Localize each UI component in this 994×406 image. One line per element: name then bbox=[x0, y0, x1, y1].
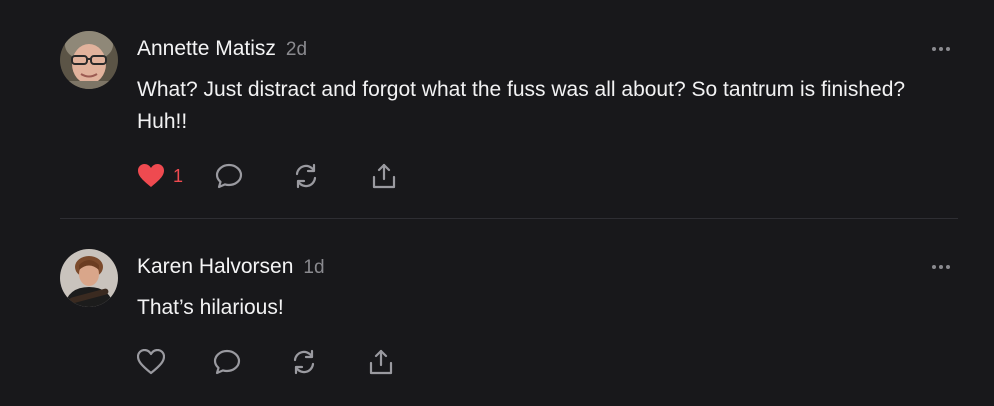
comment-divider bbox=[60, 218, 958, 219]
share-upload-icon bbox=[369, 349, 393, 375]
speech-bubble-icon bbox=[213, 349, 241, 375]
author-name[interactable]: Karen Halvorsen 1d bbox=[137, 255, 325, 279]
like-count: 1 bbox=[173, 165, 184, 186]
comment-text: What? Just distract and forgot what the … bbox=[137, 78, 906, 133]
avatar[interactable] bbox=[60, 249, 118, 307]
more-options-button[interactable] bbox=[930, 257, 952, 277]
avatar[interactable] bbox=[60, 31, 118, 89]
like-button[interactable]: 1 bbox=[137, 161, 215, 191]
speech-bubble-icon bbox=[215, 163, 243, 189]
ellipsis-icon bbox=[932, 47, 950, 51]
comment-text: That’s hilarious! bbox=[137, 296, 284, 319]
heart-outline-icon bbox=[137, 349, 165, 375]
author-name[interactable]: Annette Matisz 2d bbox=[137, 37, 307, 61]
restack-button[interactable] bbox=[292, 161, 370, 191]
author-name-text[interactable]: Karen Halvorsen bbox=[137, 255, 293, 278]
reply-button[interactable] bbox=[213, 347, 290, 377]
heart-filled-icon bbox=[138, 164, 164, 187]
more-options-button[interactable] bbox=[930, 39, 952, 59]
restack-button[interactable] bbox=[290, 347, 367, 377]
like-button[interactable] bbox=[137, 347, 213, 377]
comment-actions bbox=[137, 347, 397, 377]
avatar-image bbox=[60, 31, 118, 89]
share-button[interactable] bbox=[370, 161, 400, 191]
reply-button[interactable] bbox=[215, 161, 292, 191]
avatar-image bbox=[60, 249, 118, 307]
comment-time: 2d bbox=[285, 39, 308, 60]
author-name-text[interactable]: Annette Matisz bbox=[137, 37, 276, 60]
share-upload-icon bbox=[372, 163, 396, 189]
refresh-icon bbox=[293, 349, 315, 375]
refresh-icon bbox=[295, 163, 317, 189]
ellipsis-icon bbox=[932, 265, 950, 269]
comment-time: 1d bbox=[303, 257, 325, 278]
share-button[interactable] bbox=[367, 347, 397, 377]
comment-actions: 1 bbox=[137, 161, 400, 191]
